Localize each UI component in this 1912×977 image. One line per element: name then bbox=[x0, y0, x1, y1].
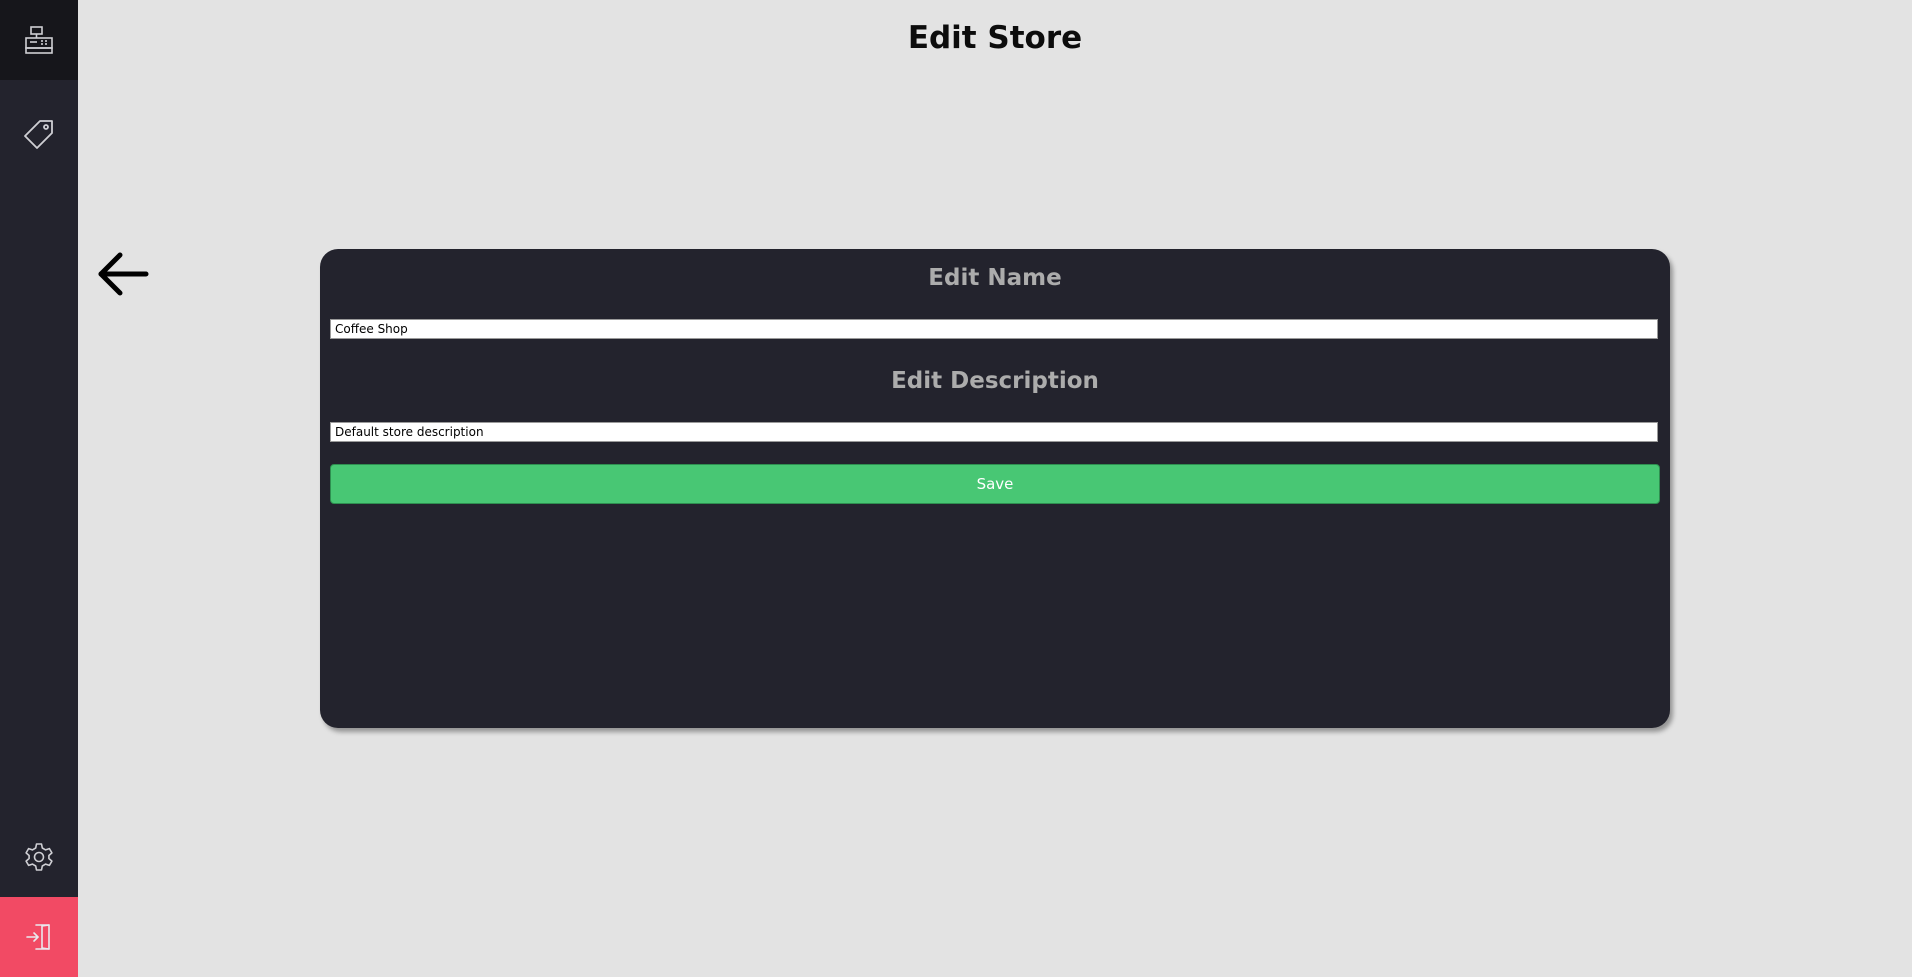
back-button[interactable] bbox=[96, 250, 150, 298]
arrow-left-icon bbox=[98, 252, 149, 296]
sidebar-item-logout[interactable] bbox=[0, 897, 78, 977]
logout-icon bbox=[26, 924, 50, 950]
edit-name-heading: Edit Name bbox=[928, 265, 1062, 291]
edit-store-card: Edit Name Edit Description Save bbox=[320, 249, 1670, 728]
sidebar-item-register[interactable] bbox=[0, 0, 78, 80]
store-description-input[interactable] bbox=[330, 422, 1658, 442]
cash-register-icon bbox=[25, 26, 53, 54]
save-button[interactable]: Save bbox=[330, 464, 1660, 504]
page-title: Edit Store bbox=[907, 20, 1083, 56]
store-name-input[interactable] bbox=[330, 319, 1658, 339]
edit-description-heading: Edit Description bbox=[891, 368, 1099, 394]
tag-icon bbox=[24, 120, 53, 149]
sidebar bbox=[0, 0, 78, 977]
gear-icon bbox=[25, 843, 53, 871]
sidebar-item-settings[interactable] bbox=[0, 817, 78, 897]
sidebar-item-tags[interactable] bbox=[0, 95, 78, 175]
